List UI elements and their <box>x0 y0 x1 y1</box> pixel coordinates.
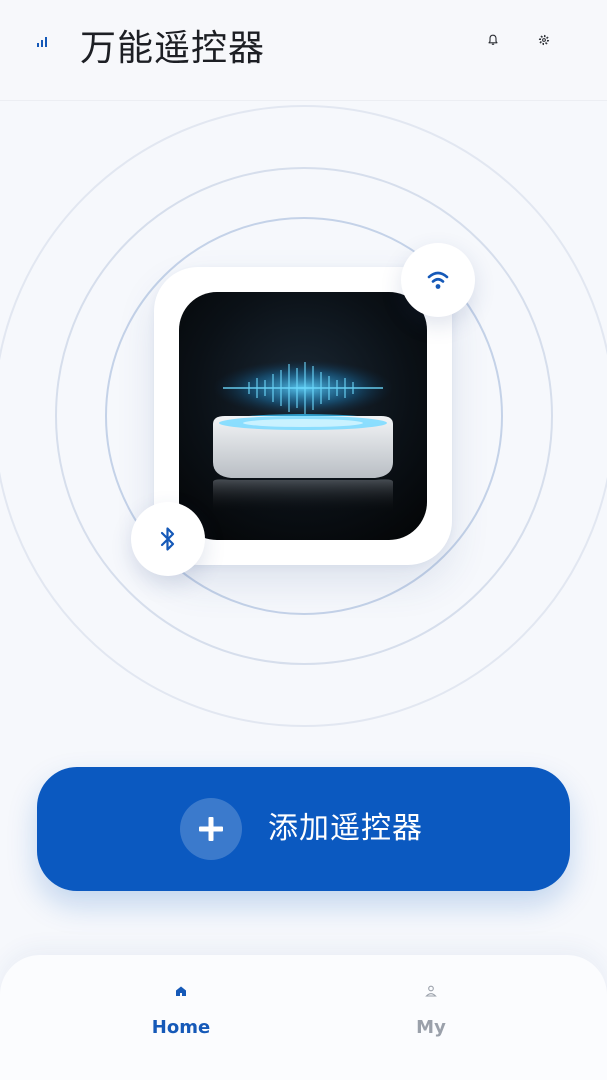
signal-bars-icon <box>37 37 47 47</box>
nav-item-home[interactable]: Home <box>81 955 281 1065</box>
wifi-icon <box>427 271 449 289</box>
bluetooth-icon <box>160 527 175 551</box>
page-title: 万能遥控器 <box>80 28 266 69</box>
settings-button[interactable] <box>532 28 556 52</box>
nav-label-my: My <box>416 1017 446 1038</box>
add-remote-button[interactable]: 添加遥控器 <box>37 767 570 891</box>
bottom-nav: Home My <box>0 955 607 1080</box>
nav-label-home: Home <box>151 1017 211 1038</box>
bell-icon <box>488 34 498 45</box>
plus-circle <box>180 798 242 860</box>
wifi-badge[interactable] <box>401 243 475 317</box>
app-header: 万能遥控器 <box>0 0 607 101</box>
notifications-button[interactable] <box>481 28 505 52</box>
bluetooth-badge[interactable] <box>131 502 205 576</box>
smart-ir-hub-image <box>179 292 427 540</box>
user-icon <box>425 985 437 997</box>
add-remote-label: 添加遥控器 <box>268 811 423 846</box>
plus-icon <box>199 817 223 841</box>
home-icon <box>176 986 186 996</box>
gear-icon <box>538 34 550 46</box>
nav-item-my[interactable]: My <box>331 955 531 1065</box>
